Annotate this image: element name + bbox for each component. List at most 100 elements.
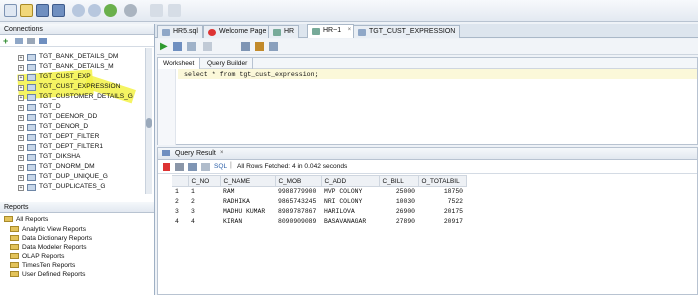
query-result-toolbar: SQL | All Rows Fetched: 4 in 0.042 secon… — [158, 160, 697, 174]
table-icon — [27, 114, 36, 121]
report-item[interactable]: TimesTen Reports — [4, 262, 75, 271]
tree-scrollbar[interactable] — [145, 48, 152, 194]
schema-icon[interactable] — [39, 38, 47, 44]
report-item[interactable]: User Defined Reports — [4, 271, 85, 280]
rollback-icon[interactable] — [255, 42, 264, 51]
table-icon — [27, 144, 36, 151]
col-header[interactable]: O_TOTALBIL — [417, 175, 467, 187]
commit-icon[interactable] — [241, 42, 250, 51]
table-row[interactable]: 1 1 RAM 9988779900 MVP COLONY 25000 18750 — [172, 187, 466, 197]
close-icon[interactable]: × — [220, 150, 224, 156]
refresh-icon[interactable] — [15, 38, 23, 44]
table-icon — [27, 104, 36, 111]
save-icon[interactable] — [36, 4, 49, 17]
grid-header-row: C_NO C_NAME C_MOB C_ADD C_BILL O_TOTALBI… — [172, 175, 467, 187]
forward-icon[interactable] — [124, 4, 137, 17]
report-item[interactable]: OLAP Reports — [4, 253, 64, 262]
folder-icon — [10, 244, 19, 250]
connections-title: Connections — [4, 26, 43, 33]
autotrace-icon[interactable] — [187, 42, 196, 51]
explain-plan-icon[interactable] — [203, 42, 212, 51]
table-row[interactable]: 2 2 RADHIKA 9865743245 NRI COLONY 10030 7522 — [172, 197, 466, 207]
export-icon[interactable] — [201, 163, 210, 171]
table-icon — [27, 154, 36, 161]
run-statement-icon[interactable]: ▶ — [160, 41, 168, 52]
worksheet-subtabs: Worksheet Query Builder — [158, 58, 697, 69]
pin-icon[interactable] — [163, 163, 170, 171]
sql-editor[interactable]: select * from tgt_cust_expression; — [184, 71, 319, 78]
col-header[interactable]: C_ADD — [320, 175, 380, 187]
table-icon — [27, 84, 36, 91]
table-icon — [27, 184, 36, 191]
tab-hr5-sql[interactable]: HR5.sql — [157, 25, 203, 38]
open-icon[interactable] — [20, 4, 33, 17]
clear-icon[interactable] — [269, 42, 278, 51]
tab-welcome-page[interactable]: Welcome Page — [203, 25, 272, 38]
table-icon — [27, 74, 36, 81]
query-result-title: Query Result — [174, 150, 216, 157]
reports-root[interactable]: All Reports — [4, 216, 48, 225]
query-result-header: Query Result × — [158, 148, 697, 160]
connections-toolbar: + — [0, 35, 154, 47]
add-connection-icon[interactable]: + — [3, 36, 8, 46]
table-icon — [358, 29, 366, 36]
folder-icon — [4, 216, 13, 222]
save-all-icon[interactable] — [52, 4, 65, 17]
main-toolbar — [0, 0, 698, 22]
worksheet-panel: Worksheet Query Builder select * from tg… — [157, 57, 698, 145]
fetch-status: All Rows Fetched: 4 in 0.042 seconds — [237, 163, 348, 170]
table-icon — [27, 164, 36, 171]
print-icon[interactable] — [175, 163, 184, 171]
debug-icon[interactable] — [168, 4, 181, 17]
filter-icon[interactable] — [27, 38, 35, 44]
report-item[interactable]: Data Modeler Reports — [4, 244, 87, 253]
folder-icon — [10, 235, 19, 241]
oracle-icon — [208, 29, 216, 36]
table-icon — [27, 174, 36, 181]
col-header[interactable]: C_BILL — [378, 175, 419, 187]
report-item[interactable]: Data Dictionary Reports — [4, 235, 92, 244]
folder-icon — [10, 226, 19, 232]
connections-header: Connections — [0, 24, 154, 35]
grid-icon — [162, 150, 170, 156]
new-icon[interactable] — [4, 4, 17, 17]
folder-icon — [10, 262, 19, 268]
table-row[interactable]: 3 3 MADHU KUMAR 8989787867 HARILOVA 26900 2017… — [172, 207, 466, 217]
report-item[interactable]: Analytic View Reports — [4, 226, 86, 235]
table-icon — [27, 94, 36, 101]
run-icon[interactable] — [150, 4, 163, 17]
folder-icon — [10, 271, 19, 277]
sql-link[interactable]: SQL — [214, 163, 227, 170]
table-row[interactable]: 4 4 KIRAN 8090909089 BASAVANAGAR 27890 20917 — [172, 217, 466, 227]
refresh-icon[interactable] — [188, 163, 197, 171]
reports-title: Reports — [4, 204, 29, 211]
table-icon — [27, 134, 36, 141]
close-icon[interactable]: × — [348, 27, 352, 33]
tab-hr-1[interactable]: HR~1 × — [307, 24, 355, 38]
col-header[interactable]: C_NAME — [219, 175, 276, 187]
table-icon — [27, 64, 36, 71]
reports-header: Reports — [0, 202, 154, 213]
worksheet-toolbar: ▶ — [157, 39, 698, 55]
line-gutter — [158, 69, 176, 145]
redo-icon[interactable] — [88, 4, 101, 17]
sql-file-icon — [162, 29, 170, 36]
table-icon — [27, 54, 36, 61]
editor-tabs: HR5.sql Welcome Page HR HR~1 × TGT_CUST_E… — [155, 24, 698, 38]
navigator-panel: Connections + + TGT_BANK_DETAILS_DM + TGT_… — [0, 24, 155, 295]
connection-icon — [312, 28, 320, 35]
scrollbar-thumb[interactable] — [146, 118, 152, 128]
tab-hr[interactable]: HR — [268, 25, 300, 38]
folder-icon — [10, 253, 19, 259]
tab-query-builder[interactable]: Query Builder — [202, 58, 254, 69]
run-script-icon[interactable] — [173, 42, 182, 51]
tab-worksheet[interactable]: Worksheet — [158, 58, 201, 69]
back-icon[interactable] — [104, 4, 117, 17]
undo-icon[interactable] — [72, 4, 85, 17]
result-grid: C_NO C_NAME C_MOB C_ADD C_BILL O_TOTALBI… — [172, 175, 467, 227]
query-result-panel: Query Result × SQL | All Rows Fetched: 4… — [157, 147, 698, 295]
table-icon — [27, 124, 36, 131]
tab-tgt-cust-expression[interactable]: TGT_CUST_EXPRESSION — [353, 25, 461, 38]
col-header[interactable]: C_NO — [187, 175, 221, 187]
col-header[interactable]: C_MOB — [274, 175, 322, 187]
